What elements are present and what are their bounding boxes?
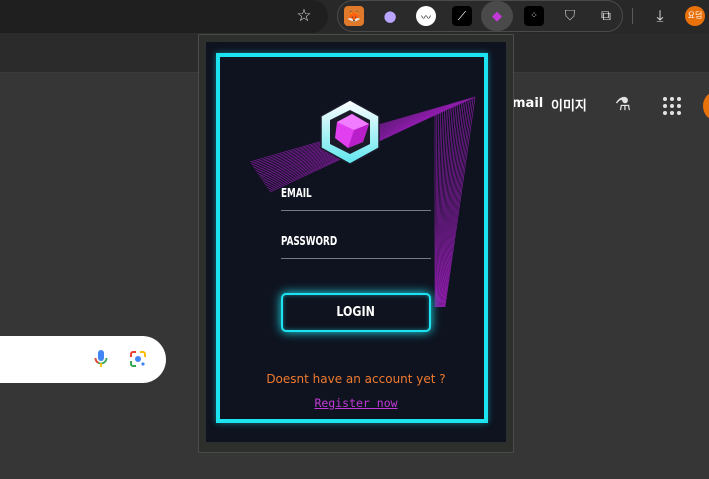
register-link[interactable]: Register now <box>206 396 506 410</box>
ghost-extension-icon[interactable]: ● <box>380 6 400 26</box>
flask-icon[interactable]: ⚗ <box>612 94 634 116</box>
wand-extension-icon[interactable]: ⟋ <box>452 6 472 26</box>
puzzle-extensions-icon[interactable]: ⧉ <box>596 6 616 26</box>
bookmark-star-icon[interactable]: ☆ <box>293 5 315 27</box>
gmail-link[interactable]: mail <box>512 96 543 111</box>
dice-extension-icon[interactable]: ⁘ <box>524 6 544 26</box>
no-account-prompt: Doesnt have an account yet ? <box>266 372 446 386</box>
browser-toolbar: ☆ 🦊 ● 〰 ⟋ ◆ ⁘ ⛉ ⧉ ⤓ 요덤 <box>0 0 709 33</box>
login-button-label: LOGIN <box>336 305 376 320</box>
email-label: EMAIL <box>281 186 312 200</box>
google-account-avatar[interactable] <box>703 92 709 120</box>
images-link[interactable]: 이미지 <box>551 95 587 114</box>
password-field[interactable] <box>281 258 431 259</box>
hexagon-cube-logo <box>320 99 380 165</box>
download-icon[interactable]: ⤓ <box>650 5 670 27</box>
profile-avatar[interactable]: 요덤 <box>685 6 705 26</box>
apps-grid-icon[interactable] <box>663 97 681 115</box>
toolbar-separator <box>632 8 633 24</box>
chart-extension-icon[interactable]: 〰 <box>416 6 436 26</box>
lens-search-icon[interactable] <box>129 350 147 368</box>
fox-extension-icon[interactable]: 🦊 <box>344 6 364 26</box>
email-field[interactable] <box>281 210 431 211</box>
password-label: PASSWORD <box>281 234 338 248</box>
shield-extension-icon[interactable]: ⛉ <box>560 6 580 26</box>
voice-search-icon[interactable] <box>93 349 109 369</box>
login-button[interactable]: LOGIN <box>281 293 431 332</box>
active-extension-icon[interactable]: ◆ <box>487 6 507 26</box>
address-bar[interactable] <box>0 0 328 33</box>
